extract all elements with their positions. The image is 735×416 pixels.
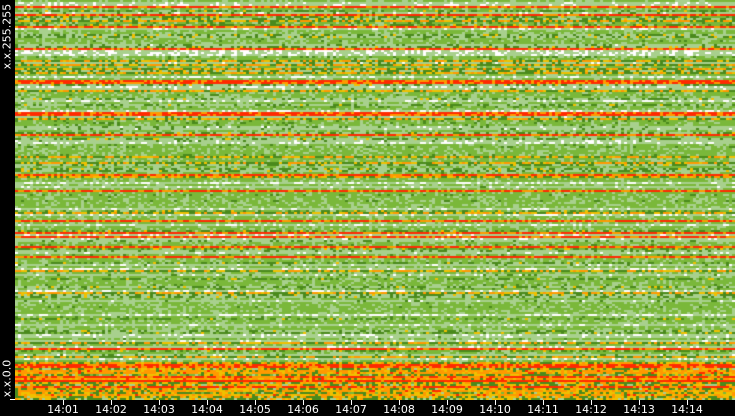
x-tick-label: 14:03 <box>143 403 175 416</box>
y-label-top: x.x.255.255 <box>0 3 14 70</box>
x-tick-label: 14:12 <box>575 403 607 416</box>
x-tick-label: 14:07 <box>335 403 367 416</box>
x-tick-label: 14:05 <box>239 403 271 416</box>
x-tick-label: 14:09 <box>431 403 463 416</box>
y-label-bottom: x.x.0.0 <box>0 359 14 398</box>
x-tick-label: 14:02 <box>95 403 127 416</box>
x-tick-label: 14:13 <box>623 403 655 416</box>
x-tick-label: 14:01 <box>47 403 79 416</box>
x-tick-label: 14:06 <box>287 403 319 416</box>
x-tick-label: 14:08 <box>383 403 415 416</box>
heatmap-canvas <box>15 0 735 400</box>
x-tick-label: 14:04 <box>191 403 223 416</box>
x-tick-label: 14:14 <box>671 403 703 416</box>
x-tick-label: 14:10 <box>479 403 511 416</box>
y-tick-bottom <box>10 399 15 400</box>
x-tick-label: 14:11 <box>527 403 559 416</box>
